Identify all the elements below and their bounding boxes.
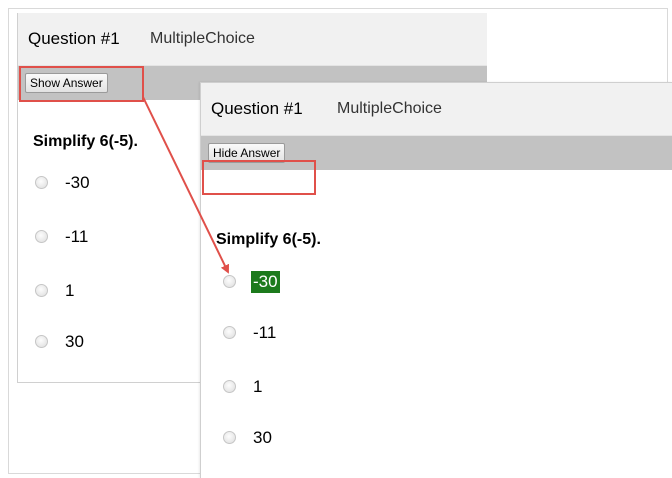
question-header: Question #1 MultipleChoice <box>201 83 672 136</box>
question-number: Question #1 <box>211 99 303 118</box>
radio-button-icon[interactable] <box>223 275 236 288</box>
question-panel-answered: Question #1 MultipleChoice Hide Answer S… <box>200 82 672 478</box>
correct-answer-highlight: -30 <box>251 271 280 293</box>
choice-label: 1 <box>65 281 75 300</box>
radio-button-icon[interactable] <box>35 230 48 243</box>
question-type: MultipleChoice <box>337 100 442 117</box>
radio-button-icon[interactable] <box>223 431 236 444</box>
question-header: Question #1 MultipleChoice <box>18 13 487 66</box>
choice-label: -11 <box>65 227 89 246</box>
hide-answer-button[interactable]: Hide Answer <box>208 143 286 163</box>
question-text: Simplify 6(-5). <box>33 133 138 150</box>
radio-button-icon[interactable] <box>35 335 48 348</box>
show-answer-button[interactable]: Show Answer <box>25 73 108 93</box>
question-number: Question #1 <box>28 29 120 48</box>
radio-button-icon[interactable] <box>223 380 236 393</box>
radio-button-icon[interactable] <box>35 176 48 189</box>
choice-label: -11 <box>253 323 277 342</box>
question-toolbar: Hide Answer <box>201 136 672 170</box>
choice-label: -30 <box>65 173 90 192</box>
radio-button-icon[interactable] <box>223 326 236 339</box>
choice-label: 1 <box>253 377 263 396</box>
choice-label: 30 <box>65 332 84 351</box>
choice-label: 30 <box>253 428 272 447</box>
radio-button-icon[interactable] <box>35 284 48 297</box>
question-text: Simplify 6(-5). <box>216 231 321 248</box>
question-type: MultipleChoice <box>150 30 255 47</box>
